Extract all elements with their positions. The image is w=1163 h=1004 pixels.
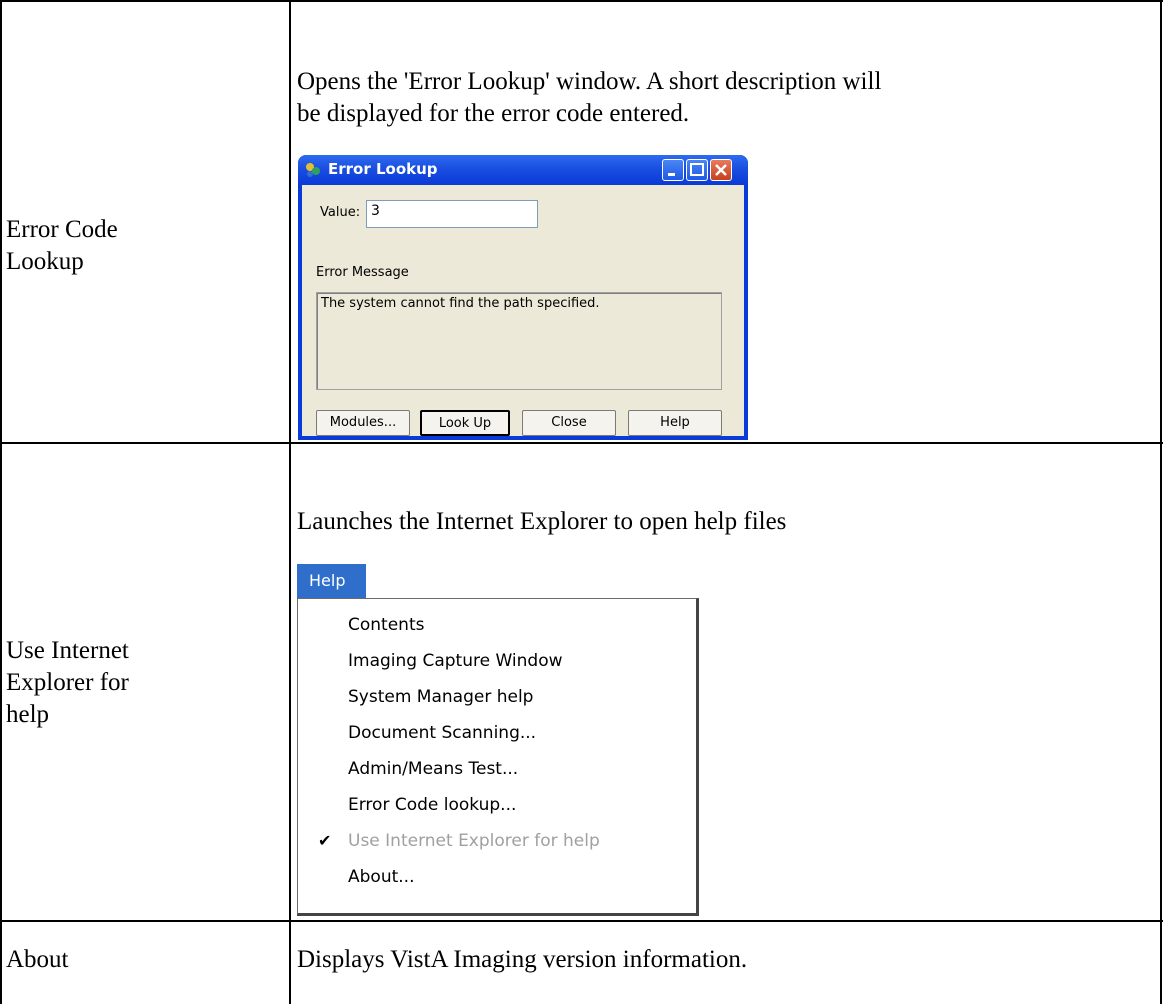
dialog-title: Error Lookup: [328, 160, 438, 178]
menu-item-imaging-capture-window[interactable]: Imaging Capture Window: [348, 651, 563, 671]
value-input[interactable]: 3: [366, 200, 538, 228]
close-window-button[interactable]: [710, 159, 732, 181]
menu-item-use-internet-explorer[interactable]: Use Internet Explorer for help: [348, 831, 600, 851]
table-border-right: [1160, 0, 1162, 1004]
menu-item-error-code-lookup[interactable]: Error Code lookup...: [348, 795, 516, 815]
error-message-box: The system cannot find the path specifie…: [316, 292, 722, 390]
maximize-icon: [690, 163, 704, 176]
table-row-divider-2: [0, 920, 1163, 922]
description-about: Displays VistA Imaging version informati…: [297, 946, 748, 973]
modules-button[interactable]: Modules...: [316, 410, 410, 436]
feature-use-internet-explorer: Use Internet Explorer for help: [6, 637, 129, 728]
close-button[interactable]: Close: [522, 410, 616, 436]
minimize-icon: [668, 173, 675, 176]
table-column-divider: [289, 0, 291, 1004]
description-use-internet-explorer: Launches the Internet Explorer to open h…: [297, 508, 787, 535]
menu-item-admin-means-test[interactable]: Admin/Means Test...: [348, 759, 518, 779]
help-button[interactable]: Help: [628, 410, 722, 436]
close-icon: [715, 164, 727, 176]
table-row-divider-1: [0, 442, 1163, 444]
error-lookup-dialog: Error Lookup Value: 3 Error Message The …: [298, 155, 748, 440]
dialog-body: Value: 3 Error Message The system cannot…: [302, 185, 744, 436]
feature-error-code-lookup: Error Code Lookup: [6, 216, 118, 275]
value-label: Value:: [320, 205, 361, 220]
app-icon: [306, 163, 320, 177]
help-menu: Contents Imaging Capture Window System M…: [297, 598, 699, 916]
error-message-label: Error Message: [316, 265, 409, 280]
dialog-title-bar[interactable]: Error Lookup: [298, 155, 748, 185]
maximize-button[interactable]: [686, 159, 708, 181]
feature-about: About: [6, 946, 69, 973]
table-border-left: [0, 0, 2, 1004]
menu-item-document-scanning[interactable]: Document Scanning...: [348, 723, 536, 743]
help-menu-title[interactable]: Help: [297, 564, 366, 598]
minimize-button[interactable]: [662, 159, 684, 181]
look-up-button[interactable]: Look Up: [420, 410, 510, 436]
menu-item-contents[interactable]: Contents: [348, 615, 424, 635]
menu-item-system-manager-help[interactable]: System Manager help: [348, 687, 533, 707]
description-error-code-lookup: Opens the 'Error Lookup' window. A short…: [297, 68, 882, 127]
checkmark-icon: ✔: [318, 831, 332, 850]
menu-item-about[interactable]: About...: [348, 867, 414, 887]
table-border-top: [0, 0, 1163, 2]
